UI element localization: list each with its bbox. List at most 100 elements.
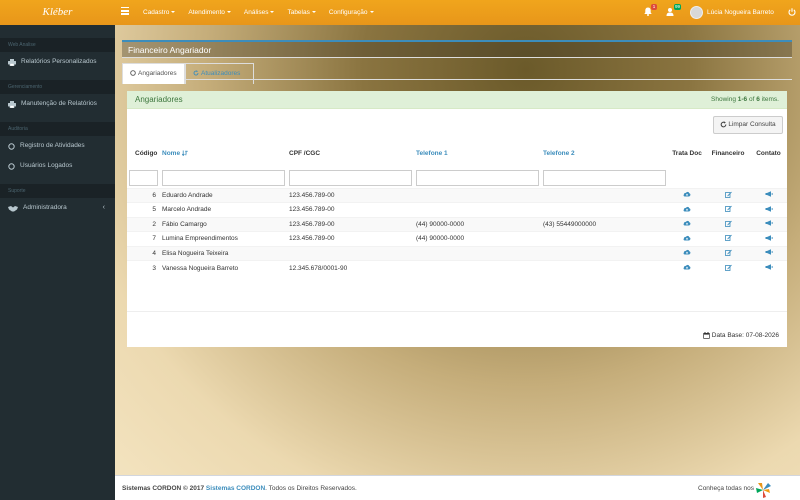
cloud-upload-icon[interactable] xyxy=(668,187,706,203)
filter-codigo-input[interactable] xyxy=(129,169,158,186)
cell-codigo: 7 xyxy=(127,231,160,246)
caret-down-icon xyxy=(369,11,374,14)
col-financeiro: Financeiro xyxy=(711,150,745,157)
sidebar-item-registro-atividades[interactable]: Registro de Atividades xyxy=(0,136,115,156)
database-info: Data Base: 07-08-2026 xyxy=(127,325,787,347)
table-row[interactable]: 3 Vanessa Nogueira Barreto 12.345.678/0001… xyxy=(127,260,787,275)
cloud-upload-icon[interactable] xyxy=(668,231,706,246)
sidebar-item-manutencao-relatorios[interactable]: Manutenção de Relatórios xyxy=(0,94,115,114)
users-online-icon[interactable]: 99 xyxy=(666,4,681,17)
menu-tabelas[interactable]: Tabelas xyxy=(287,0,316,25)
filter-row xyxy=(127,168,787,188)
cell-cpf: 123.456.789-00 xyxy=(287,216,414,232)
sort-icon xyxy=(181,150,188,157)
calendar-icon xyxy=(703,332,710,339)
megaphone-icon[interactable] xyxy=(750,202,787,217)
cell-cpf: 123.456.789-00 xyxy=(287,202,414,217)
table-row[interactable]: 5 Marcelo Andrade 123.456.789-00 xyxy=(127,202,787,217)
notifications-bell-icon[interactable]: 1 xyxy=(644,4,657,16)
table-row[interactable]: 7 Lumina Empreendimentos 123.456.789-00 (44… xyxy=(127,231,787,246)
cell-cpf: 123.456.789-00 xyxy=(287,231,414,246)
cell-nome: Eduardo Andrade xyxy=(160,187,287,203)
refresh-icon xyxy=(193,70,199,76)
sidebar-item-label: Manutenção de Relatórios xyxy=(21,100,97,107)
cell-telefone-1: (44) 90000-0000 xyxy=(414,231,541,246)
grid-title: Angariadores xyxy=(135,95,183,104)
menu-atendimento[interactable]: Atendimento xyxy=(188,0,231,25)
sidebar-section-header: Web Analise xyxy=(0,38,115,52)
sidebar-section-header: Auditoria xyxy=(0,122,115,136)
users-online-badge: 99 xyxy=(673,4,681,10)
cell-nome: Elisa Nogueira Teixeira xyxy=(160,245,287,261)
sidebar-item-label: Administradora xyxy=(23,204,67,211)
edit-icon[interactable] xyxy=(706,231,750,246)
table-row[interactable]: 6 Eduardo Andrade 123.456.789-00 xyxy=(127,187,787,203)
edit-icon[interactable] xyxy=(706,216,750,232)
cloud-upload-icon[interactable] xyxy=(668,202,706,217)
top-navbar: Kléber Cadastro Atendimento Análises Tab… xyxy=(0,0,800,25)
company-logo-icon[interactable] xyxy=(754,481,772,499)
refresh-icon xyxy=(720,121,727,128)
cell-telefone-1 xyxy=(414,187,541,203)
user-avatar[interactable] xyxy=(690,6,703,19)
caret-down-icon xyxy=(270,11,275,14)
angariadores-grid: Angariadores Showing 1-6 of 6 items. Lim… xyxy=(127,91,787,311)
col-cpf[interactable]: CPF /CGC xyxy=(287,139,414,168)
cloud-upload-icon[interactable] xyxy=(668,260,706,275)
sidebar-item-label: Registro de Atividades xyxy=(20,142,85,149)
page-title: Financeiro Angariador xyxy=(122,42,792,58)
table-row[interactable]: 4 Elisa Nogueira Teixeira xyxy=(127,245,787,261)
cloud-upload-icon[interactable] xyxy=(668,245,706,261)
brand-logo[interactable]: Kléber xyxy=(0,0,115,25)
filter-telefone-1-input[interactable] xyxy=(416,169,539,186)
megaphone-icon[interactable] xyxy=(750,245,787,261)
filter-telefone-2-input[interactable] xyxy=(543,169,666,186)
edit-icon[interactable] xyxy=(706,245,750,261)
circle-icon xyxy=(130,70,136,77)
cloud-upload-icon[interactable] xyxy=(668,216,706,232)
cell-telefone-1: (44) 90000-0000 xyxy=(414,216,541,232)
angariadores-table: Código Nome CPF /CGC Telefone 1 Telefone… xyxy=(127,139,787,275)
grid-summary: Showing 1-6 of 6 items. xyxy=(711,96,779,103)
megaphone-icon[interactable] xyxy=(750,231,787,246)
filter-nome-input[interactable] xyxy=(162,169,285,186)
cell-telefone-2 xyxy=(541,202,668,217)
col-telefone-2[interactable]: Telefone 2 xyxy=(541,139,668,168)
edit-icon[interactable] xyxy=(706,202,750,217)
sidebar-toggle-icon[interactable] xyxy=(121,7,129,17)
sidebar-item-relatorios-personalizados[interactable]: Relatórios Personalizados xyxy=(0,52,115,72)
menu-cadastro[interactable]: Cadastro xyxy=(143,0,176,25)
col-telefone-1[interactable]: Telefone 1 xyxy=(414,139,541,168)
sidebar-item-usuarios-logados[interactable]: Usuários Logados xyxy=(0,156,115,176)
menu-configuracao[interactable]: Configuração xyxy=(329,0,374,25)
megaphone-icon[interactable] xyxy=(750,216,787,232)
menu-analises[interactable]: Análises xyxy=(244,0,275,25)
chevron-left-icon[interactable]: ‹ xyxy=(103,198,105,218)
user-name[interactable]: Lúcia Nogueira Barreto xyxy=(707,0,774,25)
sidebar-item-administradora[interactable]: Administradora ‹ xyxy=(0,198,115,218)
circle-icon xyxy=(8,162,15,170)
power-off-icon[interactable] xyxy=(788,8,796,16)
sidebar-section-header: Gerenciamento xyxy=(0,80,115,94)
megaphone-icon[interactable] xyxy=(750,187,787,203)
sidebar: Web Analise Relatórios Personalizados Ge… xyxy=(0,25,115,500)
cell-telefone-2 xyxy=(541,231,668,246)
caret-down-icon xyxy=(171,11,176,14)
handshake-icon xyxy=(8,205,18,211)
edit-icon[interactable] xyxy=(706,187,750,203)
table-row[interactable]: 2 Fábio Camargo 123.456.789-00 (44) 90000-0… xyxy=(127,216,787,232)
sidebar-section-header: Suporte xyxy=(0,184,115,198)
company-link[interactable]: Sistemas CORDON xyxy=(206,485,265,492)
col-codigo[interactable]: Código xyxy=(127,139,160,168)
tab-angariadores[interactable]: Angariadores xyxy=(122,63,185,84)
megaphone-icon[interactable] xyxy=(750,260,787,275)
cell-codigo: 5 xyxy=(127,202,160,217)
col-nome[interactable]: Nome xyxy=(160,139,287,168)
filter-cpf-input[interactable] xyxy=(289,169,412,186)
edit-icon[interactable] xyxy=(706,260,750,275)
clear-query-button[interactable]: Limpar Consulta xyxy=(713,116,783,134)
col-trata-doc: Trata Doc xyxy=(672,150,702,157)
grid-header: Angariadores Showing 1-6 of 6 items. xyxy=(127,91,787,109)
cell-codigo: 4 xyxy=(127,245,160,261)
tab-atualizadores[interactable]: Atualizadores xyxy=(185,63,254,84)
